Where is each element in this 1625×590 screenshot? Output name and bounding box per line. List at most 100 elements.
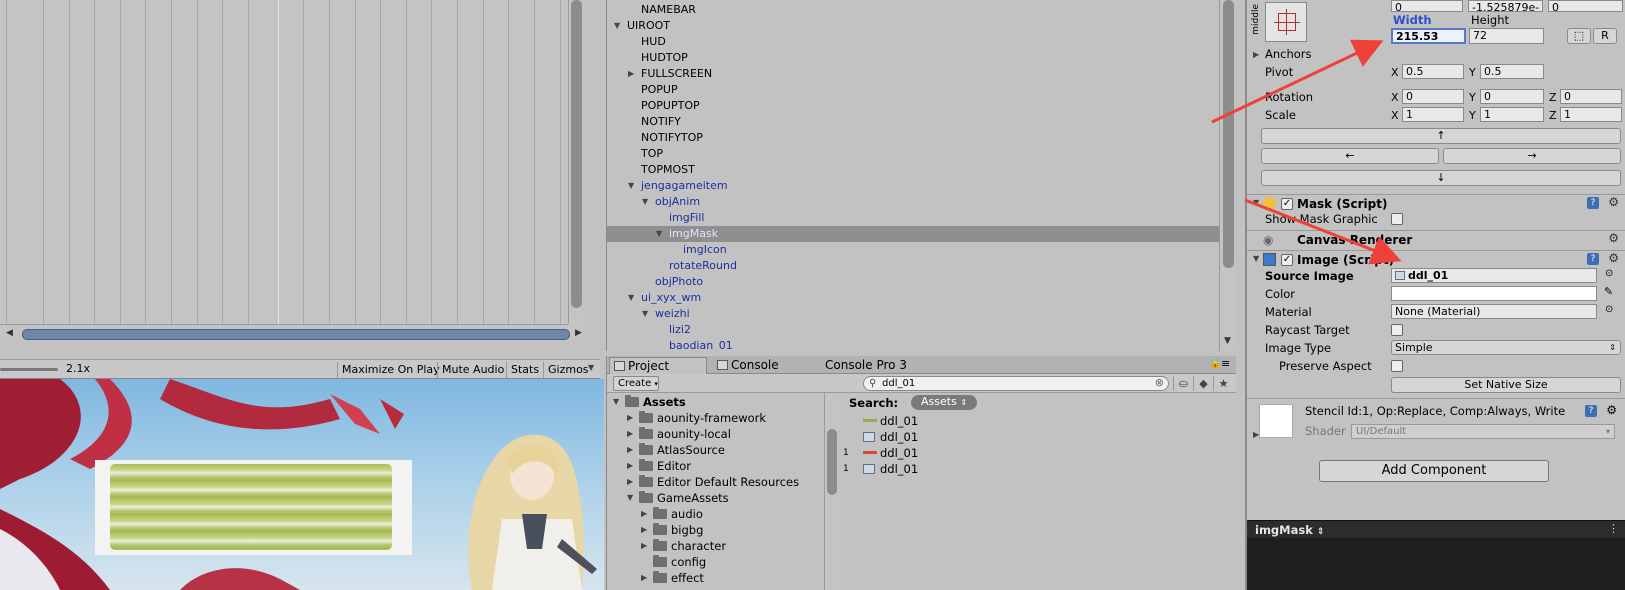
hierarchy-item[interactable]: baodian_01 <box>607 338 1219 351</box>
folder-tree-item[interactable]: ▶ aounity-framework <box>607 410 824 426</box>
anchors-fold-icon[interactable]: ▶ <box>1253 50 1259 59</box>
panel-menu-icon[interactable]: ≡ <box>1221 357 1230 370</box>
folder-tree-item[interactable]: ▶ character <box>607 538 824 554</box>
gear-icon[interactable]: ⚙ <box>1606 403 1617 417</box>
tab-console-pro[interactable]: Console Pro 3 <box>807 357 927 374</box>
fold-arrow-icon[interactable]: ▼ <box>613 394 619 410</box>
search-by-label-icon[interactable]: ◆ <box>1193 376 1213 391</box>
folder-tree-item[interactable]: ▼ Assets <box>607 394 824 410</box>
object-picker-icon[interactable]: ⊙ <box>1605 304 1613 315</box>
scale-z-field[interactable]: 1 <box>1560 107 1622 122</box>
mask-enabled-checkbox[interactable]: ✓ <box>1281 198 1293 210</box>
hierarchy-item[interactable]: POPUP <box>607 82 1219 98</box>
timeline-horizontal-scrollbar[interactable]: ◀ ▶ <box>0 324 582 342</box>
help-icon[interactable]: ? <box>1587 253 1599 265</box>
image-enabled-checkbox[interactable]: ✓ <box>1281 254 1293 266</box>
fold-arrow-icon[interactable]: ▼ <box>642 306 648 322</box>
scrollbar-thumb[interactable] <box>827 429 837 495</box>
nudge-up-button[interactable]: ↑ <box>1261 128 1621 144</box>
fold-arrow-icon[interactable]: ▶ <box>627 410 633 426</box>
game-view[interactable] <box>0 379 604 590</box>
scale-y-field[interactable]: 1 <box>1480 107 1544 122</box>
add-component-button[interactable]: Add Component <box>1319 460 1549 482</box>
scrollbar-thumb[interactable] <box>571 0 582 308</box>
animation-timeline-panel[interactable]: ◀ ▶ <box>0 0 583 342</box>
tab-console[interactable]: Console <box>713 357 803 374</box>
hierarchy-item[interactable]: imgFill <box>607 210 1219 226</box>
hierarchy-item[interactable]: NOTIFYTOP <box>607 130 1219 146</box>
color-field[interactable] <box>1391 286 1597 301</box>
source-image-field[interactable]: ddl_01 <box>1391 268 1597 283</box>
eyedropper-icon[interactable]: ✎ <box>1604 285 1613 298</box>
favorite-star-icon[interactable]: ★ <box>1213 376 1233 391</box>
timeline-playhead[interactable] <box>278 0 279 324</box>
mute-audio-button[interactable]: Mute Audio <box>437 362 508 378</box>
clear-search-icon[interactable]: ⊗ <box>1155 376 1164 389</box>
maximize-on-play-button[interactable]: Maximize On Play <box>337 362 444 378</box>
fold-arrow-icon[interactable]: ▶ <box>641 538 647 554</box>
pos-x-field[interactable]: 0 <box>1391 0 1463 12</box>
preview-menu-icon[interactable]: ⋮ <box>1608 522 1619 535</box>
preserve-aspect-checkbox[interactable] <box>1391 360 1403 372</box>
folder-tree-item[interactable]: ▶ effect <box>607 570 824 586</box>
rotation-x-field[interactable]: 0 <box>1402 89 1464 104</box>
rotation-z-field[interactable]: 0 <box>1560 89 1622 104</box>
tab-project[interactable]: Project <box>609 357 707 374</box>
folder-tree-item[interactable]: config <box>607 554 824 570</box>
asset-result-item[interactable]: ddl_01 <box>847 429 1227 445</box>
stats-button[interactable]: Stats <box>506 362 543 378</box>
fold-arrow-icon[interactable]: ▼ <box>628 178 634 194</box>
search-results-panel[interactable]: Search: Assets ⇕ ddl_01 ddl_01 1 ddl_01 1 ddl… <box>839 393 1236 590</box>
help-icon[interactable]: ? <box>1585 405 1597 417</box>
scroll-left-icon[interactable]: ◀ <box>6 328 13 338</box>
fold-icon[interactable]: ▼ <box>1253 254 1259 263</box>
create-button[interactable]: Create ▾ <box>613 376 659 391</box>
raw-edit-button[interactable]: R <box>1593 28 1617 44</box>
img-mask-preview[interactable] <box>95 460 412 555</box>
width-field[interactable]: 215.53 <box>1391 28 1466 44</box>
object-picker-icon[interactable]: ⊙ <box>1605 268 1613 279</box>
folder-tree-item[interactable]: ▶ AtlasSource <box>607 442 824 458</box>
pos-y-field[interactable]: -1.525879e- <box>1468 0 1543 12</box>
hierarchy-item[interactable]: ▼ UIROOT <box>607 18 1219 34</box>
search-by-type-icon[interactable]: ⛀ <box>1173 376 1193 391</box>
fold-icon[interactable]: ▼ <box>1253 198 1259 207</box>
height-field[interactable]: 72 <box>1469 28 1544 44</box>
pivot-x-field[interactable]: 0.5 <box>1402 64 1464 79</box>
folder-tree-item[interactable]: ▼ GameAssets <box>607 490 824 506</box>
asset-result-item[interactable]: 1 ddl_01 <box>843 461 1227 477</box>
fold-arrow-icon[interactable]: ▼ <box>614 18 620 34</box>
asset-result-item[interactable]: ddl_01 <box>847 413 1227 429</box>
hierarchy-item[interactable]: ▶ FULLSCREEN <box>607 66 1219 82</box>
hierarchy-item[interactable]: ▼ weizhi <box>607 306 1219 322</box>
hierarchy-item[interactable]: ▼ objAnim <box>607 194 1219 210</box>
hierarchy-item[interactable]: TOP <box>607 146 1219 162</box>
anchors-label[interactable]: Anchors <box>1265 47 1312 61</box>
image-component-header[interactable]: ▼ ✓ Image (Script) ? ⚙ <box>1247 250 1625 268</box>
canvas-renderer-header[interactable]: ◉ Canvas Renderer ⚙ <box>1247 230 1625 248</box>
hierarchy-scrollbar[interactable]: ▼ <box>1219 0 1235 351</box>
gizmos-dropdown-icon[interactable]: ▼ <box>588 363 594 372</box>
folder-tree-item[interactable]: ▶ bigbg <box>607 522 824 538</box>
project-folder-tree[interactable]: ▼ Assets ▶ aounity-framework ▶ aounity-local ▶… <box>607 393 825 590</box>
hierarchy-item[interactable]: objPhoto <box>607 274 1219 290</box>
hierarchy-item[interactable]: ▼ jengagameitem <box>607 178 1219 194</box>
anchor-preset-button[interactable] <box>1265 2 1307 42</box>
hierarchy-item[interactable]: HUDTOP <box>607 50 1219 66</box>
image-type-dropdown[interactable]: Simple ⇕ <box>1391 340 1621 355</box>
fold-arrow-icon[interactable]: ▶ <box>628 66 634 82</box>
pivot-y-field[interactable]: 0.5 <box>1480 64 1544 79</box>
material-field[interactable]: None (Material) <box>1391 304 1597 319</box>
show-mask-graphic-checkbox[interactable] <box>1391 213 1403 225</box>
fold-arrow-icon[interactable]: ▶ <box>627 474 633 490</box>
folder-tree-item[interactable]: ▶ Editor Default Resources <box>607 474 824 490</box>
scrollbar-thumb[interactable] <box>22 329 570 340</box>
nudge-right-button[interactable]: → <box>1443 148 1621 164</box>
blueprint-mode-button[interactable]: ⬚ <box>1567 28 1591 44</box>
nudge-down-button[interactable]: ↓ <box>1261 170 1621 186</box>
fold-arrow-icon[interactable]: ▼ <box>656 226 662 242</box>
gizmos-button[interactable]: Gizmos <box>543 362 593 378</box>
hierarchy-item[interactable]: NOTIFY <box>607 114 1219 130</box>
hierarchy-item[interactable]: HUD <box>607 34 1219 50</box>
fold-arrow-icon[interactable]: ▶ <box>627 458 633 474</box>
